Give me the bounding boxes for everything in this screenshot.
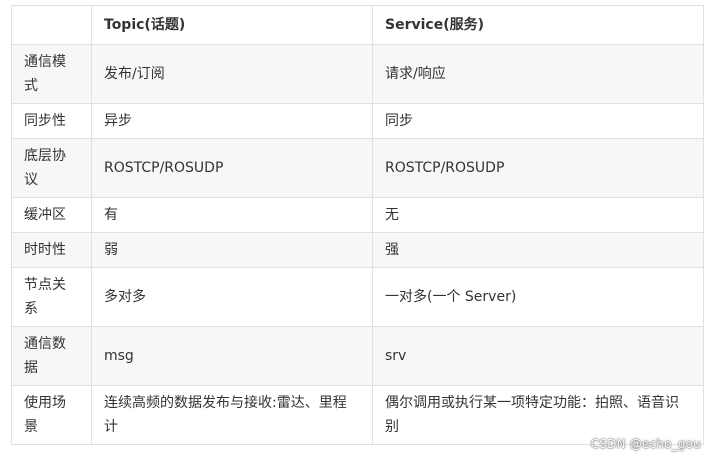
row-label: 底层协议 xyxy=(11,138,92,198)
row-label: 同步性 xyxy=(11,103,92,139)
topic-cell: 异步 xyxy=(91,103,373,139)
table-row: 缓冲区 有 无 xyxy=(11,197,704,233)
table-row: 通信模式 发布/订阅 请求/响应 xyxy=(11,44,704,104)
topic-cell: msg xyxy=(91,326,373,386)
table-row: 通信数据 msg srv xyxy=(11,326,704,386)
header-service: Service(服务) xyxy=(372,5,704,45)
header-empty xyxy=(11,5,92,45)
row-label: 时时性 xyxy=(11,232,92,268)
topic-cell: 弱 xyxy=(91,232,373,268)
comparison-table-container: Topic(话题) Service(服务) 通信模式 发布/订阅 请求/响应 同… xyxy=(11,5,704,445)
table-row: 同步性 异步 同步 xyxy=(11,103,704,139)
table-row: 时时性 弱 强 xyxy=(11,232,704,268)
row-label: 通信模式 xyxy=(11,44,92,104)
topic-cell: 多对多 xyxy=(91,267,373,327)
service-cell: srv xyxy=(372,326,704,386)
header-topic: Topic(话题) xyxy=(91,5,373,45)
service-cell: 偶尔调用或执行某一项特定功能：拍照、语音识别 xyxy=(372,385,704,445)
service-cell: 强 xyxy=(372,232,704,268)
row-label: 通信数据 xyxy=(11,326,92,386)
topic-cell: 连续高频的数据发布与接收:雷达、里程计 xyxy=(91,385,373,445)
table-row: 节点关系 多对多 一对多(一个 Server) xyxy=(11,267,704,327)
topic-cell: 发布/订阅 xyxy=(91,44,373,104)
service-cell: 一对多(一个 Server) xyxy=(372,267,704,327)
table-header-row: Topic(话题) Service(服务) xyxy=(11,5,704,45)
comparison-table: Topic(话题) Service(服务) 通信模式 发布/订阅 请求/响应 同… xyxy=(11,5,704,445)
service-cell: 请求/响应 xyxy=(372,44,704,104)
service-cell: 同步 xyxy=(372,103,704,139)
row-label: 使用场景 xyxy=(11,385,92,445)
csdn-watermark: CSDN @echo_gou xyxy=(590,437,701,451)
service-cell: 无 xyxy=(372,197,704,233)
row-label: 节点关系 xyxy=(11,267,92,327)
table-row: 使用场景 连续高频的数据发布与接收:雷达、里程计 偶尔调用或执行某一项特定功能：… xyxy=(11,385,704,445)
service-cell: ROSTCP/ROSUDP xyxy=(372,138,704,198)
table-row: 底层协议 ROSTCP/ROSUDP ROSTCP/ROSUDP xyxy=(11,138,704,198)
topic-cell: 有 xyxy=(91,197,373,233)
row-label: 缓冲区 xyxy=(11,197,92,233)
topic-cell: ROSTCP/ROSUDP xyxy=(91,138,373,198)
